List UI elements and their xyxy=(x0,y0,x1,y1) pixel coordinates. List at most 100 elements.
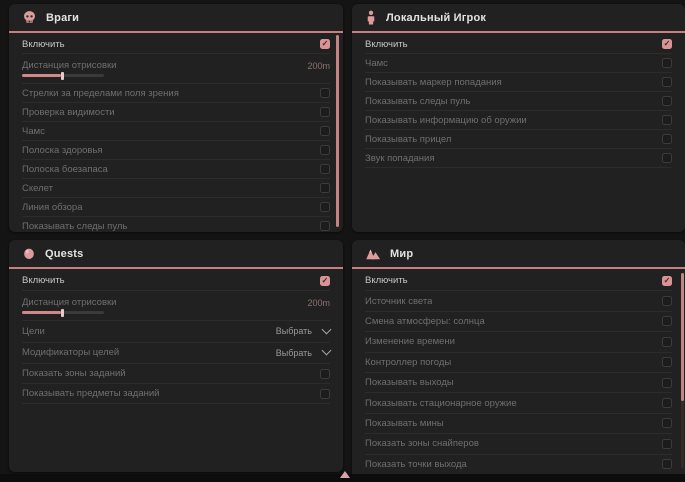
setting-label: Чамс xyxy=(365,58,388,69)
checkbox[interactable] xyxy=(662,398,672,408)
checkbox[interactable] xyxy=(662,77,672,87)
checkbox[interactable] xyxy=(662,357,672,367)
setting-label: Контроллер погоды xyxy=(365,357,451,368)
setting-row[interactable]: Стрелки за пределами поля зрения xyxy=(22,84,330,103)
setting-label: Показать точки выхода xyxy=(365,459,467,470)
setting-label: Источник света xyxy=(365,296,432,307)
setting-row[interactable]: Показывать маркер попадания xyxy=(365,73,672,92)
panel-body: Включить ✓ Дистанция отрисовки 200m Стре… xyxy=(9,33,343,232)
setting-row[interactable]: Полоска боезапаса xyxy=(22,160,330,179)
person-icon xyxy=(365,10,377,25)
setting-row[interactable]: Чамс xyxy=(365,54,672,73)
checkbox[interactable] xyxy=(320,183,330,193)
checkbox[interactable] xyxy=(662,316,672,326)
setting-row[interactable]: Показывать предметы заданий xyxy=(22,384,330,404)
setting-label: Показывать мины xyxy=(365,418,444,429)
quest-icon xyxy=(22,246,36,261)
checkbox[interactable] xyxy=(662,134,672,144)
checkbox[interactable]: ✓ xyxy=(320,276,330,286)
setting-label: Включить xyxy=(365,275,408,286)
slider[interactable] xyxy=(22,311,104,314)
checkbox[interactable] xyxy=(320,88,330,98)
panel-title: Локальный Игрок xyxy=(386,12,486,24)
setting-label: Скелет xyxy=(22,183,53,194)
checkbox[interactable] xyxy=(662,459,672,469)
dropdown[interactable]: Выбрать xyxy=(276,348,330,358)
dropdown-value: Выбрать xyxy=(276,326,312,336)
setting-row[interactable]: Включить ✓ xyxy=(22,35,330,54)
setting-label: Показывать выходы xyxy=(365,377,454,388)
checkbox[interactable] xyxy=(320,369,330,379)
checkbox[interactable] xyxy=(320,107,330,117)
checkbox[interactable] xyxy=(662,58,672,68)
checkbox[interactable] xyxy=(662,337,672,347)
skull-icon xyxy=(22,10,37,25)
setting-label: Показывать стационарное оружие xyxy=(365,398,517,409)
checkbox[interactable] xyxy=(662,96,672,106)
setting-row[interactable]: Показывать мины xyxy=(365,414,672,434)
checkbox[interactable] xyxy=(320,389,330,399)
setting-row[interactable]: Показывать информацию об оружии xyxy=(365,111,672,130)
setting-row[interactable]: Звук попадания xyxy=(365,149,672,168)
checkbox[interactable] xyxy=(662,418,672,428)
checkbox[interactable] xyxy=(662,378,672,388)
setting-row[interactable]: Включить ✓ xyxy=(365,271,672,291)
checkbox[interactable] xyxy=(662,439,672,449)
slider-handle[interactable] xyxy=(61,72,64,80)
panel-local-player: Локальный Игрок Включить ✓ Чамс Показыва… xyxy=(352,4,685,232)
setting-row[interactable]: Показывать прицел xyxy=(365,130,672,149)
setting-row[interactable]: Смена атмосферы: солнца xyxy=(365,312,672,332)
setting-row[interactable]: Показать зоны заданий xyxy=(22,364,330,384)
setting-row: Дистанция отрисовки 200m xyxy=(22,291,330,321)
setting-label: Показывать информацию об оружии xyxy=(365,115,527,126)
setting-label: Цели xyxy=(22,326,45,337)
checkbox[interactable] xyxy=(320,164,330,174)
setting-label: Показывать предметы заданий xyxy=(22,388,159,399)
checkbox[interactable] xyxy=(320,221,330,231)
setting-row[interactable]: Показывать выходы xyxy=(365,373,672,393)
setting-row[interactable]: Показывать следы пуль xyxy=(365,92,672,111)
panel-quests: Quests Включить ✓ Дистанция отрисовки 20… xyxy=(9,240,343,472)
checkbox[interactable] xyxy=(662,153,672,163)
chevron-down-icon xyxy=(322,346,332,356)
checkbox[interactable] xyxy=(320,126,330,136)
scrollbar[interactable] xyxy=(336,35,339,227)
checkbox[interactable] xyxy=(662,115,672,125)
setting-label: Проверка видимости xyxy=(22,107,115,118)
slider[interactable] xyxy=(22,74,104,77)
setting-row[interactable]: Показать точки выхода xyxy=(365,455,672,474)
setting-row[interactable]: Показать зоны снайперов xyxy=(365,434,672,454)
setting-row[interactable]: Включить ✓ xyxy=(365,35,672,54)
setting-label: Показывать следы пуль xyxy=(365,96,470,107)
slider-handle[interactable] xyxy=(61,309,64,317)
setting-row: Дистанция отрисовки 200m xyxy=(22,54,330,84)
scrollbar[interactable] xyxy=(681,273,684,401)
setting-row[interactable]: Полоска здоровья xyxy=(22,141,330,160)
mountain-icon xyxy=(365,247,381,260)
setting-label: Показать зоны заданий xyxy=(22,368,126,379)
setting-label: Изменение времени xyxy=(365,336,455,347)
setting-row[interactable]: Скелет xyxy=(22,179,330,198)
setting-row[interactable]: Источник света xyxy=(365,291,672,311)
checkbox[interactable]: ✓ xyxy=(662,276,672,286)
chevron-down-icon xyxy=(322,324,332,334)
setting-row[interactable]: Показывать следы пуль xyxy=(22,217,330,232)
checkbox[interactable] xyxy=(662,296,672,306)
checkbox[interactable] xyxy=(320,202,330,212)
checkbox[interactable]: ✓ xyxy=(662,39,672,49)
setting-row[interactable]: Контроллер погоды xyxy=(365,353,672,373)
checkbox[interactable]: ✓ xyxy=(320,39,330,49)
setting-row[interactable]: Включить ✓ xyxy=(22,271,330,291)
checkbox[interactable] xyxy=(320,145,330,155)
setting-row[interactable]: Чамс xyxy=(22,122,330,141)
setting-row[interactable]: Линия обзора xyxy=(22,198,330,217)
setting-label: Показывать прицел xyxy=(365,134,451,145)
setting-label: Линия обзора xyxy=(22,202,83,213)
panel-body: Включить ✓ Источник света Смена атмосфер… xyxy=(352,269,685,474)
setting-row[interactable]: Показывать стационарное оружие xyxy=(365,393,672,413)
setting-row[interactable]: Проверка видимости xyxy=(22,103,330,122)
setting-row[interactable]: Изменение времени xyxy=(365,332,672,352)
panel-header: Мир xyxy=(352,240,685,269)
setting-label: Чамс xyxy=(22,126,45,137)
dropdown[interactable]: Выбрать xyxy=(276,326,330,336)
